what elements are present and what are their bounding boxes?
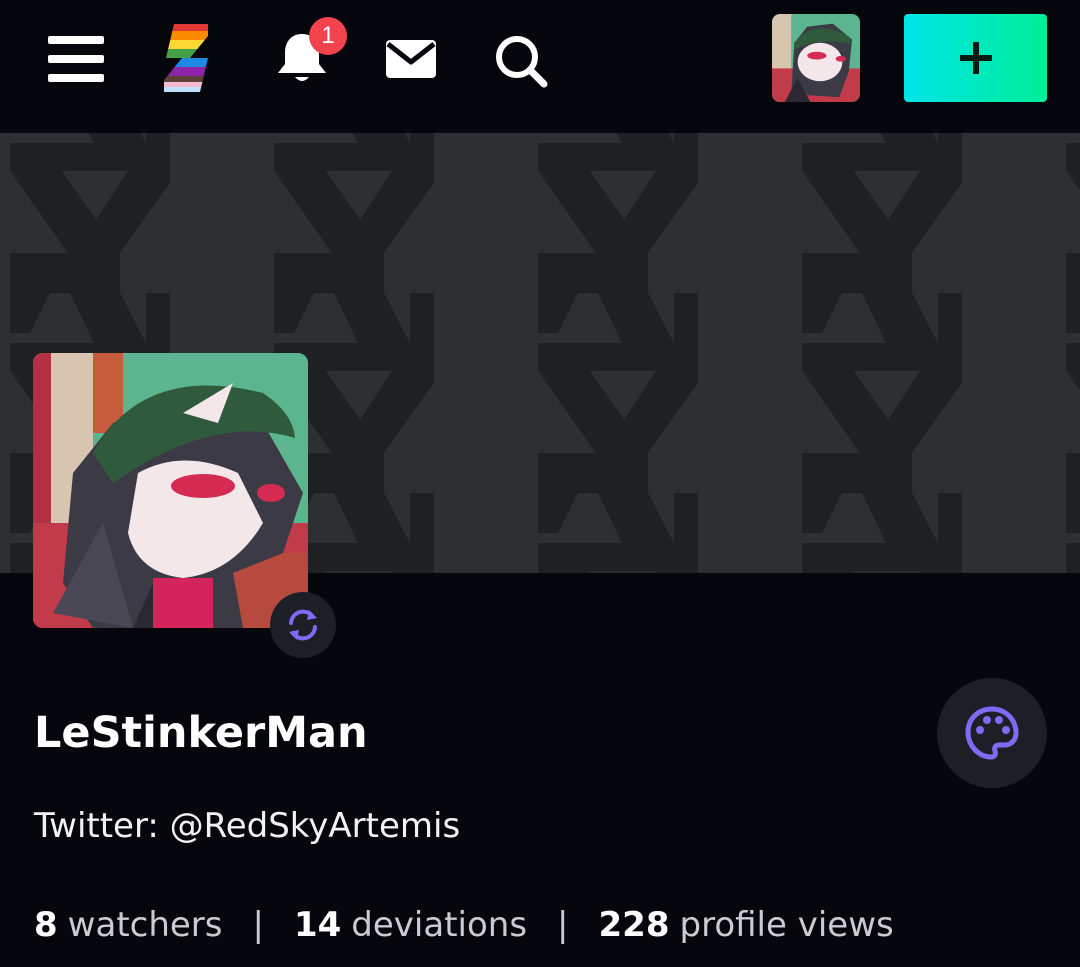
refresh-icon [289, 609, 317, 641]
deviantart-logo-icon[interactable] [160, 22, 212, 94]
change-avatar-button[interactable] [270, 592, 336, 658]
notification-count-badge: 1 [309, 17, 347, 55]
stats-separator: | [557, 905, 569, 945]
profile-views-label: profile views [679, 905, 894, 945]
deviations-stat[interactable]: 14 deviations [294, 902, 527, 948]
search-icon[interactable] [492, 32, 550, 90]
deviations-label: deviations [351, 905, 528, 945]
watchers-label: watchers [67, 905, 223, 945]
palette-icon [965, 706, 1019, 760]
profile-views-stat: 228 profile views [599, 902, 894, 948]
deviations-count: 14 [293, 905, 342, 945]
profile-tagline: Twitter: @RedSkyArtemis [34, 806, 461, 846]
plus-icon [959, 42, 992, 74]
theme-customize-button[interactable] [937, 678, 1047, 788]
top-navigation-bar: 1 [0, 0, 1080, 133]
hamburger-menu-icon[interactable] [46, 32, 108, 86]
profile-avatar[interactable] [33, 353, 308, 628]
create-button[interactable] [904, 14, 1047, 102]
user-avatar[interactable] [772, 14, 860, 102]
profile-stats: 8 watchers | 14 deviations | 228 profile… [34, 902, 894, 948]
envelope-icon[interactable] [382, 34, 440, 84]
profile-views-count: 228 [598, 905, 670, 945]
username: LeStinkerMan [34, 708, 368, 758]
stats-separator: | [252, 905, 264, 945]
watchers-stat[interactable]: 8 watchers [34, 902, 223, 948]
watchers-count: 8 [34, 905, 58, 945]
